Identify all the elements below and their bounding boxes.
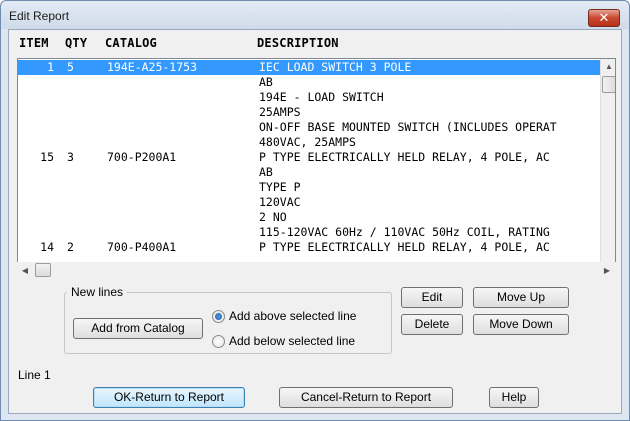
- cell-description: 194E - LOAD SWITCH: [259, 90, 384, 104]
- table-row[interactable]: 480VAC, 25AMPS: [18, 135, 600, 150]
- add-from-catalog-button[interactable]: Add from Catalog: [73, 318, 203, 339]
- close-icon: ✕: [598, 10, 610, 25]
- add-above-radio[interactable]: [212, 310, 225, 323]
- add-below-label: Add below selected line: [229, 334, 356, 348]
- table-row[interactable]: 120VAC: [18, 195, 600, 210]
- cell-description: AB: [259, 165, 273, 179]
- scroll-left-icon[interactable]: ◀: [17, 262, 33, 279]
- cell-description: P TYPE ELECTRICALLY HELD RELAY, 4 POLE, …: [259, 150, 550, 164]
- add-above-label: Add above selected line: [229, 309, 357, 323]
- cell-catalog: 194E-A25-1753: [107, 60, 198, 74]
- table-row[interactable]: 1 5 194E-A25-1753 IEC LOAD SWITCH 3 POLE: [18, 60, 600, 75]
- cell-description: 120VAC: [259, 195, 301, 209]
- cell-description: TYPE P: [259, 180, 301, 194]
- move-up-button[interactable]: Move Up: [473, 287, 569, 308]
- horizontal-scroll-thumb[interactable]: [35, 263, 51, 277]
- table-row[interactable]: 15 3 700-P200A1 P TYPE ELECTRICALLY HELD RE…: [18, 150, 600, 165]
- cell-description: 2 NO: [259, 210, 287, 224]
- cell-description: ON-OFF BASE MOUNTED SWITCH (INCLUDES OPE…: [259, 120, 557, 134]
- column-header-item: ITEM: [19, 36, 49, 50]
- dialog-body: ITEM QTY CATALOG DESCRIPTION 1 5 194E-A25-…: [8, 29, 622, 414]
- cell-catalog: 700-P200A1: [107, 150, 177, 164]
- report-lines-list[interactable]: 1 5 194E-A25-1753 IEC LOAD SWITCH 3 POLE AB 1…: [17, 58, 616, 278]
- cell-qty: 2: [67, 240, 74, 254]
- table-row[interactable]: AB: [18, 75, 600, 90]
- table-row[interactable]: 25AMPS: [18, 105, 600, 120]
- edit-button[interactable]: Edit: [401, 287, 463, 308]
- vertical-scrollbar[interactable]: ▲: [600, 59, 615, 277]
- cell-catalog: 700-P400A1: [107, 240, 177, 254]
- column-header-qty: QTY: [65, 36, 88, 50]
- scroll-up-icon[interactable]: ▲: [601, 59, 615, 75]
- cell-qty: 3: [67, 150, 74, 164]
- window-title: Edit Report: [9, 9, 70, 23]
- scroll-right-icon[interactable]: ▶: [599, 262, 615, 279]
- column-header-catalog: CATALOG: [105, 36, 157, 50]
- table-row[interactable]: AB: [18, 165, 600, 180]
- delete-button[interactable]: Delete: [401, 314, 463, 335]
- column-header-description: DESCRIPTION: [257, 36, 339, 50]
- table-row[interactable]: ON-OFF BASE MOUNTED SWITCH (INCLUDES OPE…: [18, 120, 600, 135]
- title-bar[interactable]: Edit Report ✕: [1, 1, 629, 29]
- new-lines-label: New lines: [67, 285, 128, 299]
- cell-description: 115-120VAC 60Hz / 110VAC 50Hz COIL, RATI…: [259, 225, 550, 239]
- move-down-button[interactable]: Move Down: [473, 314, 569, 335]
- table-row[interactable]: TYPE P: [18, 180, 600, 195]
- ok-return-button[interactable]: OK-Return to Report: [93, 387, 245, 408]
- cell-qty: 5: [67, 60, 74, 74]
- table-row[interactable]: 115-120VAC 60Hz / 110VAC 50Hz COIL, RATI…: [18, 225, 600, 240]
- table-row[interactable]: 194E - LOAD SWITCH: [18, 90, 600, 105]
- vertical-scroll-thumb[interactable]: [602, 76, 615, 93]
- horizontal-scrollbar[interactable]: ◀ ▶: [17, 262, 616, 279]
- status-line: Line 1: [18, 368, 51, 382]
- cell-item: 15: [40, 150, 54, 164]
- table-row[interactable]: 2 NO: [18, 210, 600, 225]
- cell-description: P TYPE ELECTRICALLY HELD RELAY, 4 POLE, …: [259, 240, 550, 254]
- cell-item: 14: [40, 240, 54, 254]
- close-button[interactable]: ✕: [588, 9, 620, 27]
- cell-description: 25AMPS: [259, 105, 301, 119]
- cell-description: 480VAC, 25AMPS: [259, 135, 356, 149]
- table-row[interactable]: 14 2 700-P400A1 P TYPE ELECTRICALLY HELD RE…: [18, 240, 600, 255]
- cell-description: IEC LOAD SWITCH 3 POLE: [259, 60, 412, 74]
- add-below-radio[interactable]: [212, 335, 225, 348]
- cell-description: AB: [259, 75, 273, 89]
- cell-item: 1: [47, 60, 54, 74]
- cancel-return-button[interactable]: Cancel-Return to Report: [279, 387, 453, 408]
- edit-report-window: Edit Report ✕ ITEM QTY CATALOG DESCRIPTI…: [0, 0, 630, 421]
- help-button[interactable]: Help: [489, 387, 539, 408]
